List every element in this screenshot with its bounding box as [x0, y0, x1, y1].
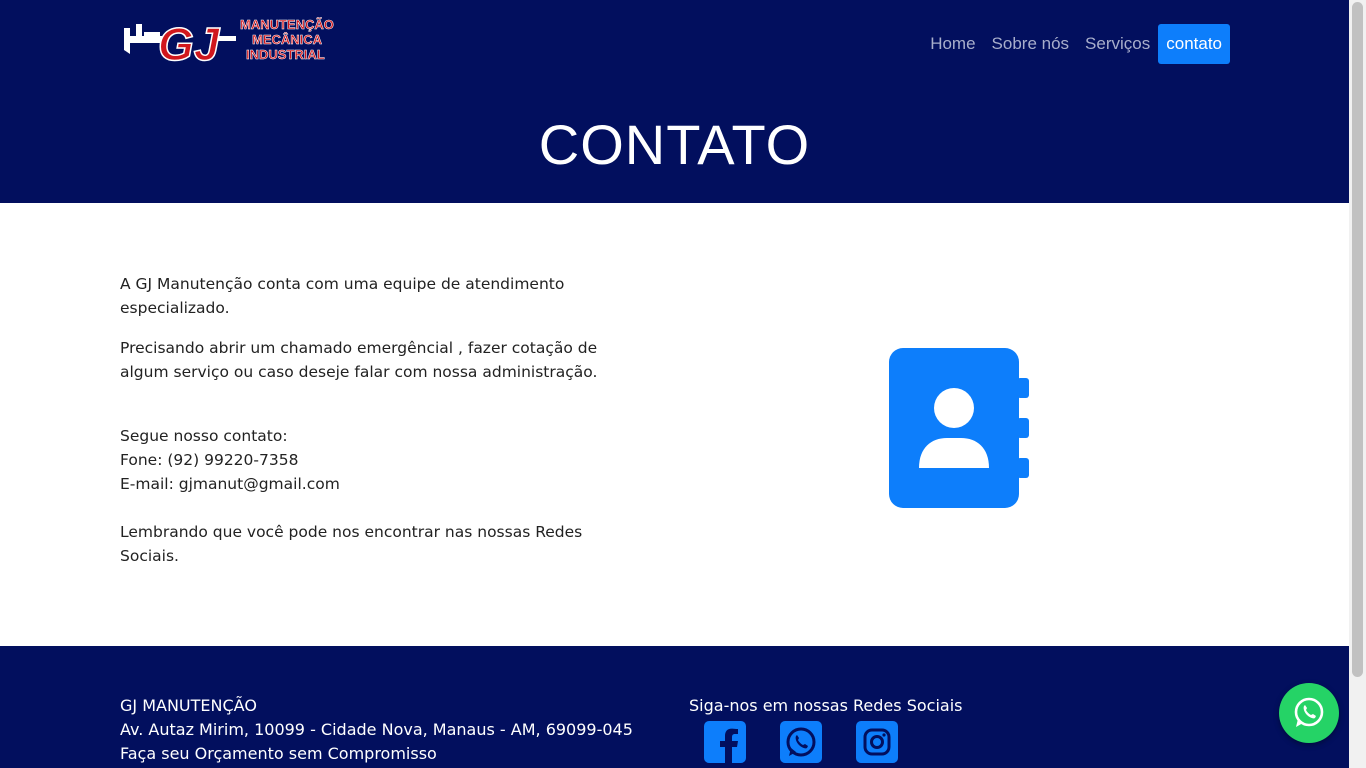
- logo-line-2: MECÂNICA: [252, 32, 323, 47]
- footer-address: Av. Autaz Mirim, 10099 - Cidade Nova, Ma…: [120, 720, 633, 739]
- contact-intro: Segue nosso contato:: [120, 427, 288, 445]
- page: GJ MANUTENÇÃO MECÂNICA INDUSTRIAL Home S…: [0, 0, 1349, 768]
- contact-email: E-mail: gjmanut@gmail.com: [120, 475, 340, 493]
- site-footer: GJ MANUTENÇÃO Av. Autaz Mirim, 10099 - C…: [0, 646, 1349, 768]
- nav-home[interactable]: Home: [922, 24, 983, 64]
- instagram-icon[interactable]: [856, 721, 898, 763]
- whatsapp-float-icon: [1294, 697, 1324, 727]
- contact-lines: Segue nosso contato: Fone: (92) 99220-73…: [120, 424, 640, 496]
- request-paragraph: Precisando abrir um chamado emergêncial …: [120, 339, 598, 381]
- nav-servicos[interactable]: Serviços: [1077, 24, 1158, 64]
- company-logo[interactable]: GJ MANUTENÇÃO MECÂNICA INDUSTRIAL: [120, 14, 340, 66]
- contact-book-icon: [889, 348, 1029, 508]
- footer-company: GJ MANUTENÇÃO: [120, 696, 257, 715]
- footer-tagline: Faça seu Orçamento sem Compromisso: [120, 744, 437, 763]
- logo-line-3: INDUSTRIAL: [246, 47, 325, 62]
- scrollbar-thumb[interactable]: [1352, 2, 1363, 677]
- hero-header: GJ MANUTENÇÃO MECÂNICA INDUSTRIAL Home S…: [0, 0, 1349, 203]
- logo-initials: GJ: [158, 18, 221, 66]
- contact-phone: Fone: (92) 99220-7358: [120, 451, 299, 469]
- social-note: Lembrando que você pode nos encontrar na…: [120, 523, 583, 565]
- whatsapp-icon[interactable]: [780, 721, 822, 763]
- facebook-icon[interactable]: [704, 721, 746, 763]
- nav-sobre-nos[interactable]: Sobre nós: [984, 24, 1078, 64]
- footer-company-info: GJ MANUTENÇÃO Av. Autaz Mirim, 10099 - C…: [120, 694, 633, 766]
- social-links: [704, 721, 898, 763]
- logo-line-1: MANUTENÇÃO: [240, 17, 334, 32]
- whatsapp-float-button[interactable]: [1279, 683, 1339, 743]
- footer-social-title: Siga-nos em nossas Redes Sociais: [689, 696, 963, 715]
- contact-content: A GJ Manutenção conta com uma equipe de …: [120, 272, 640, 584]
- nav-contato[interactable]: contato: [1158, 24, 1230, 64]
- vertical-scrollbar[interactable]: [1349, 0, 1366, 768]
- main-nav: Home Sobre nós Serviços contato: [922, 24, 1230, 64]
- page-title: CONTATO: [538, 113, 811, 176]
- intro-paragraph: A GJ Manutenção conta com uma equipe de …: [120, 275, 565, 317]
- footer-social: Siga-nos em nossas Redes Sociais: [689, 694, 962, 718]
